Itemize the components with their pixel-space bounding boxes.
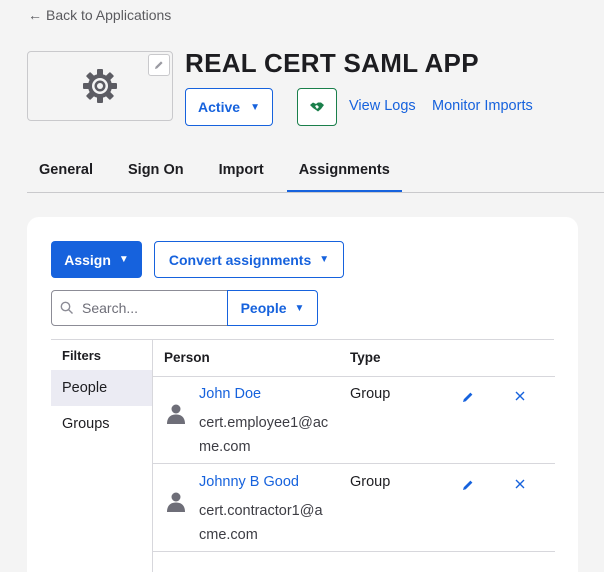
table-row: John Doe cert.employee1@acme.com Group [153,376,555,464]
filter-people[interactable]: People [51,370,152,406]
status-dropdown[interactable]: Active ▼ [185,88,273,126]
caret-down-icon: ▼ [250,101,260,113]
person-icon [167,492,185,512]
tab-import[interactable]: Import [207,152,276,192]
edit-logo-button[interactable] [148,54,170,76]
view-logs-link[interactable]: View Logs [349,98,416,114]
gear-icon [83,69,117,103]
tab-bar: General Sign On Import Assignments [27,152,604,193]
assignment-type: Group [350,474,391,490]
caret-down-icon: ▼ [319,254,330,265]
convert-label: Convert assignments [168,251,312,268]
pencil-icon[interactable] [462,391,474,403]
caret-down-icon: ▼ [118,254,129,265]
person-email: cert.employee1@acme.com [199,415,329,455]
filters-panel: Filters People Groups [51,339,152,572]
status-label: Active [198,99,241,115]
assign-button[interactable]: Assign ▼ [51,241,142,278]
person-icon [167,404,185,424]
convert-assignments-button[interactable]: Convert assignments ▼ [154,241,344,278]
filters-heading: Filters [62,348,102,363]
assignments-table: Person Type John Doe cert.employee1@acme… [152,339,555,572]
tab-general[interactable]: General [27,152,105,192]
close-icon[interactable] [514,390,526,402]
person-name-link[interactable]: John Doe [199,386,261,402]
back-label: Back to Applications [46,7,172,23]
caret-down-icon: ▼ [294,302,305,314]
provisioning-button[interactable] [297,88,337,126]
app-logo [27,51,173,121]
search-filter-select[interactable]: People ▼ [227,290,318,326]
back-to-applications-link[interactable]: ← Back to Applications [28,7,171,23]
table-row: Johnny B Good cert.contractor1@acme.com … [153,464,555,552]
handshake-icon [310,102,324,112]
assignment-type: Group [350,386,391,402]
monitor-imports-link[interactable]: Monitor Imports [432,98,533,114]
close-icon[interactable] [514,478,526,490]
person-name-link[interactable]: Johnny B Good [199,474,299,490]
pencil-icon[interactable] [462,479,474,491]
person-email: cert.contractor1@acme.com [199,503,323,543]
search-box [51,290,228,326]
pencil-icon [155,61,163,69]
column-header-person: Person [164,350,210,365]
column-header-type: Type [350,350,381,365]
search-icon [60,301,74,315]
filter-groups[interactable]: Groups [51,406,152,442]
assign-label: Assign [64,251,111,268]
tab-assignments[interactable]: Assignments [286,152,402,192]
search-input[interactable] [82,300,222,316]
app-title: REAL CERT SAML APP [185,48,479,78]
tab-sign-on[interactable]: Sign On [116,152,196,192]
arrow-left-icon: ← [28,7,42,23]
search-filter-label: People [240,300,287,316]
